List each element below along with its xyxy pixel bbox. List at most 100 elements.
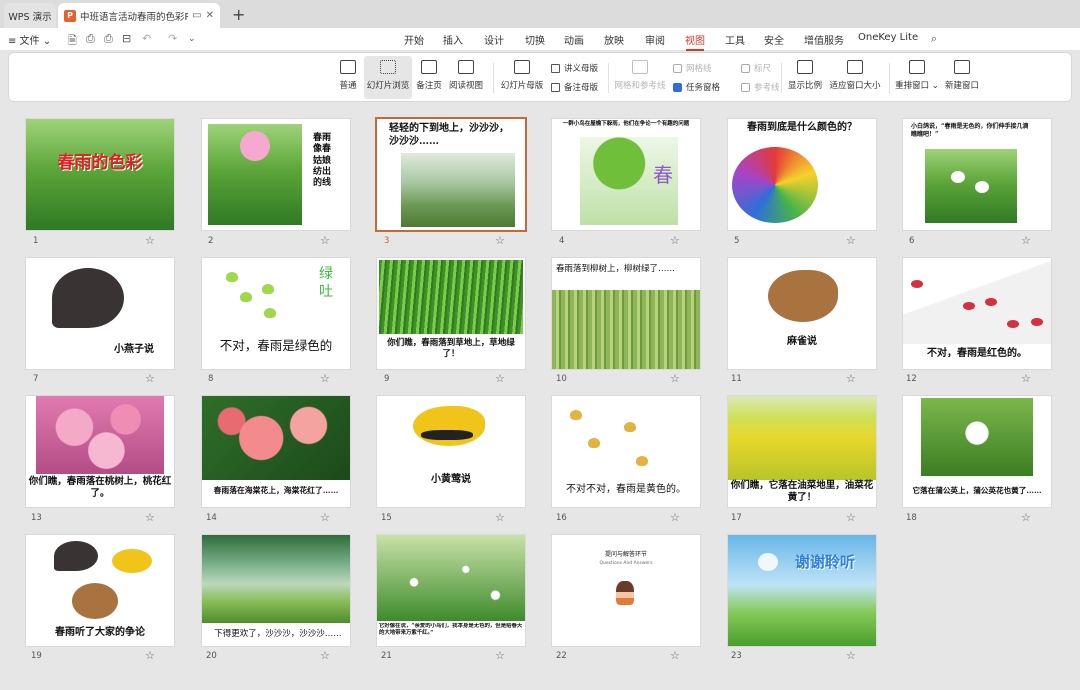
ribbon-tab[interactable]: 动画: [564, 32, 584, 47]
reading-view-button[interactable]: 阅读视图: [447, 56, 485, 99]
save-icon[interactable]: 🗎: [68, 32, 77, 51]
menu-bar: ≡ 文件 ⌄ 🗎 ⎙ ⎙ ⊟ ↶ ↷ ⌄ 开始 插入 设计 切换 动画 放映 审阅 视图 工具 安…: [0, 28, 1080, 51]
favorite-star-icon[interactable]: ☆: [1021, 234, 1031, 247]
favorite-star-icon[interactable]: ☆: [846, 649, 856, 662]
notes-master-button[interactable]: 备注母版: [551, 80, 598, 94]
favorite-star-icon[interactable]: ☆: [1021, 511, 1031, 524]
ribbon-tab[interactable]: 切换: [525, 32, 545, 47]
zoom-button[interactable]: 显示比例: [787, 56, 823, 99]
grid-guides-button[interactable]: 网格和参考线: [613, 56, 667, 99]
slide-thumbnail-15[interactable]: 小黄莺说: [377, 396, 525, 507]
slide-thumbnail-23[interactable]: 谢谢聆听: [728, 535, 876, 646]
pigeon: [975, 181, 989, 193]
close-tab-icon[interactable]: ✕: [206, 10, 214, 21]
favorite-star-icon[interactable]: ☆: [495, 372, 505, 385]
slide-thumbnail-17[interactable]: 你们瞧，它落在油菜地里，油菜花黄了！: [728, 396, 876, 507]
favorite-star-icon[interactable]: ☆: [1021, 372, 1031, 385]
favorite-star-icon[interactable]: ☆: [670, 511, 680, 524]
slide-thumbnail-3[interactable]: 轻轻的下到地上，沙沙沙，沙沙沙……: [377, 119, 525, 230]
ribbon-tab[interactable]: 审阅: [645, 32, 665, 47]
new-window-button[interactable]: 新建窗口: [943, 56, 981, 99]
slide-sorter-grid: 春雨的色彩 春雨像春姑娘纺出的线 轻轻的下到地上，沙沙沙，沙沙沙…… 一群小鸟在…: [0, 110, 1080, 690]
slide-thumbnail-20[interactable]: 下得更欢了，沙沙沙，沙沙沙……: [202, 535, 350, 646]
slide-thumbnail-12[interactable]: 不对，春雨是红色的。: [903, 258, 1051, 369]
slide-number: 20: [206, 651, 217, 661]
task-pane-checkbox[interactable]: 任务窗格: [673, 80, 720, 94]
favorite-star-icon[interactable]: ☆: [846, 372, 856, 385]
ribbon-tab[interactable]: 插入: [443, 32, 463, 47]
favorite-star-icon[interactable]: ☆: [495, 649, 505, 662]
ribbon-tab[interactable]: 视图: [685, 32, 705, 51]
notes-page-button[interactable]: 备注页: [414, 56, 444, 99]
slide-thumbnail-1[interactable]: 春雨的色彩: [26, 119, 174, 230]
guides-label: 参考线: [754, 83, 780, 93]
favorite-star-icon[interactable]: ☆: [145, 372, 155, 385]
monitor-icon[interactable]: ▭: [192, 10, 201, 21]
slide-thumbnail-7[interactable]: 小燕子说: [26, 258, 174, 369]
new-tab-icon[interactable]: +: [232, 5, 245, 24]
favorite-star-icon[interactable]: ☆: [670, 372, 680, 385]
favorite-star-icon[interactable]: ☆: [320, 372, 330, 385]
slide-thumbnail-19[interactable]: 春雨听了大家的争论: [26, 535, 174, 646]
ribbon-tab[interactable]: OneKey Lite: [858, 32, 918, 43]
file-menu[interactable]: ≡ 文件 ⌄: [8, 32, 51, 47]
search-icon[interactable]: ⌕: [931, 32, 937, 46]
slide-thumbnail-14[interactable]: 春雨落在海棠花上，海棠花红了……: [202, 396, 350, 507]
slide-thumbnail-22[interactable]: 提问与解答环节 Questions And Answers: [552, 535, 700, 646]
ribbon-tab[interactable]: 安全: [764, 32, 784, 47]
oriole-wing: [421, 430, 473, 440]
favorite-star-icon[interactable]: ☆: [846, 511, 856, 524]
ribbon-tab[interactable]: 工具: [725, 32, 745, 47]
slide-subtitle: Questions And Answers: [599, 561, 653, 566]
tab-document[interactable]: P 中班语言活动春雨的色彩PPT课件 ▭ ✕: [58, 3, 220, 28]
gridlines-checkbox[interactable]: 网格线: [673, 61, 712, 75]
slide-text: 春雨听了大家的争论: [55, 627, 145, 638]
favorite-star-icon[interactable]: ☆: [145, 511, 155, 524]
favorite-star-icon[interactable]: ☆: [495, 511, 505, 524]
favorite-star-icon[interactable]: ☆: [320, 511, 330, 524]
ruler-checkbox[interactable]: 标尺: [741, 61, 771, 75]
undo-icon[interactable]: ↶: [142, 32, 151, 45]
slide-thumbnail-16[interactable]: 不对不对，春雨是黄色的。: [552, 396, 700, 507]
print-preview-icon[interactable]: ⎙: [86, 32, 95, 46]
slide-thumbnail-11[interactable]: 麻雀说: [728, 258, 876, 369]
favorite-star-icon[interactable]: ☆: [145, 649, 155, 662]
slide-master-button[interactable]: 幻灯片母版: [499, 56, 545, 99]
ribbon-tab[interactable]: 开始: [404, 32, 424, 47]
arrange-windows-button[interactable]: 重排窗口 ⌄: [895, 56, 939, 99]
fit-window-button[interactable]: 适应窗口大小: [827, 56, 883, 99]
slide-thumbnail-9[interactable]: 你们瞧，春雨落到草地上，草地绿了！: [377, 258, 525, 369]
slide-thumbnail-4[interactable]: 一群小鸟在屋檐下躲雨，他们在争论一个有趣的问题 春: [552, 119, 700, 230]
slide-thumbnail-13[interactable]: 你们瞧，春雨落在桃树上，桃花红了。: [26, 396, 174, 507]
handout-master-button[interactable]: 讲义母版: [551, 61, 598, 75]
favorite-star-icon[interactable]: ☆: [846, 234, 856, 247]
favorite-star-icon[interactable]: ☆: [320, 234, 330, 247]
ribbon-tab[interactable]: 设计: [484, 32, 504, 47]
ribbon-tab[interactable]: 放映: [604, 32, 624, 47]
slide-thumbnail-8[interactable]: 绿吐 不对，春雨是绿色的: [202, 258, 350, 369]
tab-wps-home[interactable]: WPS 演示: [4, 3, 56, 28]
export-icon[interactable]: ⊟: [122, 32, 131, 45]
divider: [781, 63, 782, 93]
arrange-windows-label: 重排窗口 ⌄: [895, 81, 939, 91]
slide-sorter-button[interactable]: 幻灯片浏览: [364, 56, 412, 99]
slide-thumbnail-6[interactable]: 小白鸽说，“春雨是无色的，你们伸手接几滴瞧瞧吧！”: [903, 119, 1051, 230]
slide-thumbnail-18[interactable]: 它落在蒲公英上，蒲公英花也黄了……: [903, 396, 1051, 507]
favorite-star-icon[interactable]: ☆: [145, 234, 155, 247]
favorite-star-icon[interactable]: ☆: [670, 649, 680, 662]
slide-thumbnail-2[interactable]: 春雨像春姑娘纺出的线: [202, 119, 350, 230]
slide-thumbnail-21[interactable]: 它好像在说，“亲爱的小鸟们，我本身是无色的，但是给春天的大地带来万紫千红。”: [377, 535, 525, 646]
favorite-star-icon[interactable]: ☆: [670, 234, 680, 247]
favorite-star-icon[interactable]: ☆: [320, 649, 330, 662]
guides-checkbox[interactable]: 参考线: [741, 80, 780, 94]
slide-thumbnail-10[interactable]: 春雨落到柳树上，柳树绿了……: [552, 258, 700, 369]
slide-master-label: 幻灯片母版: [500, 81, 544, 91]
normal-view-button[interactable]: 普通: [334, 56, 362, 99]
favorite-star-icon[interactable]: ☆: [495, 234, 505, 247]
chevron-down-icon[interactable]: ⌄: [188, 34, 196, 44]
print-icon[interactable]: ⎙: [104, 32, 113, 46]
redo-icon[interactable]: ↷: [168, 32, 177, 45]
slide-title: 春雨的色彩: [57, 153, 143, 173]
ribbon-tab[interactable]: 增值服务: [804, 32, 844, 47]
slide-thumbnail-5[interactable]: 春雨到底是什么颜色的？: [728, 119, 876, 230]
